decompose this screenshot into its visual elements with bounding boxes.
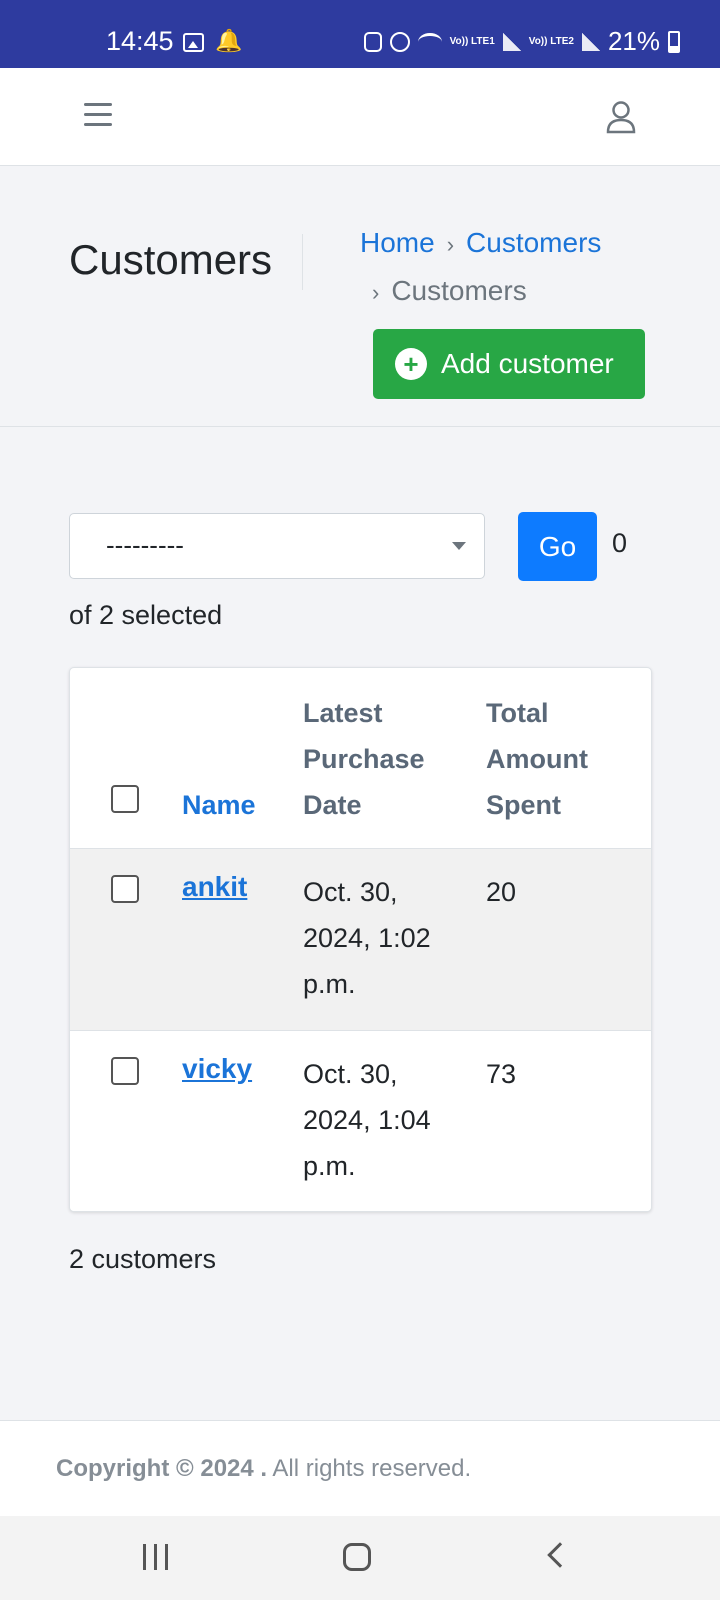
total-amount-spent: 73 (486, 1059, 517, 1089)
header-bottom-divider (0, 426, 720, 427)
customer-name-link[interactable]: ankit (182, 871, 247, 903)
table-row: vicky Oct. 30, 2024, 1:04 p.m. 73 (70, 1031, 651, 1211)
column-header-total: Total Amount Spent (486, 698, 588, 820)
user-icon[interactable] (606, 100, 636, 134)
sync-icon (363, 31, 382, 52)
add-customer-button[interactable]: + Add customer (373, 329, 645, 399)
copyright-text: Copyright © 2024 . All rights reserved. (56, 1455, 471, 1483)
total-amount-spent: 20 (486, 877, 517, 907)
action-select[interactable]: --------- (69, 513, 485, 579)
signal-icon (581, 32, 600, 51)
go-button[interactable]: Go (518, 512, 597, 581)
sim1-label: Vo)) LTE1 (449, 35, 495, 47)
results-table: Name Latest Purchase Date Total Amount S… (69, 667, 652, 1212)
bell-notification-icon: 🔔 (215, 28, 243, 53)
top-navbar (0, 68, 720, 166)
footer: Copyright © 2024 . All rights reserved. (0, 1420, 720, 1516)
row-checkbox[interactable] (111, 875, 139, 903)
row-checkbox[interactable] (111, 1057, 139, 1085)
breadcrumb-home[interactable]: Home (360, 227, 435, 258)
battery-icon (668, 30, 680, 53)
system-nav-bar (0, 1516, 720, 1600)
signal-icon (502, 32, 521, 51)
page-title: Customers (69, 236, 273, 283)
breadcrumb: Home › Customers › Customers (360, 220, 660, 316)
column-header-name[interactable]: Name (182, 782, 256, 828)
header-divider (302, 234, 303, 290)
chevron-down-icon (452, 542, 466, 550)
customer-name-link[interactable]: vicky (182, 1053, 252, 1085)
status-icons: Vo)) LTE1 Vo)) LTE2 21% (363, 26, 680, 57)
table-header: Name Latest Purchase Date Total Amount S… (70, 668, 651, 849)
latest-purchase-date: Oct. 30, 2024, 1:02 p.m. (303, 877, 431, 999)
breadcrumb-separator: › (446, 232, 455, 257)
select-all-checkbox[interactable] (111, 785, 139, 813)
alarm-icon (389, 31, 410, 52)
table-row: ankit Oct. 30, 2024, 1:02 p.m. 20 (70, 849, 651, 1031)
sim2-label: Vo)) LTE2 (528, 35, 574, 47)
back-icon[interactable] (547, 1542, 573, 1568)
selected-count: 0 (612, 528, 628, 558)
breadcrumb-customers[interactable]: Customers (466, 227, 601, 258)
status-bar: 14:45 🔔 Vo)) LTE1 Vo)) LTE2 21% (0, 0, 720, 68)
breadcrumb-current: Customers (391, 275, 527, 306)
action-select-value: --------- (106, 530, 184, 560)
recent-apps-icon[interactable] (143, 1544, 169, 1570)
gallery-notification-icon (183, 33, 204, 52)
result-count: 2 customers (69, 1244, 217, 1274)
plus-circle-icon: + (395, 348, 427, 380)
latest-purchase-date: Oct. 30, 2024, 1:04 p.m. (303, 1059, 431, 1181)
copyright-rest: All rights reserved. (272, 1455, 472, 1482)
home-icon[interactable] (343, 1543, 371, 1571)
wifi-icon (417, 32, 442, 51)
selected-of-total: of 2 selected (69, 600, 223, 630)
breadcrumb-separator: › (372, 280, 380, 305)
add-customer-label: Add customer (441, 348, 614, 379)
menu-icon[interactable] (84, 102, 112, 126)
column-header-date: Latest Purchase Date (303, 698, 425, 820)
battery-percent: 21% (607, 26, 660, 56)
status-time: 14:45 (106, 26, 174, 56)
copyright-bold: Copyright © 2024 . (56, 1455, 268, 1482)
